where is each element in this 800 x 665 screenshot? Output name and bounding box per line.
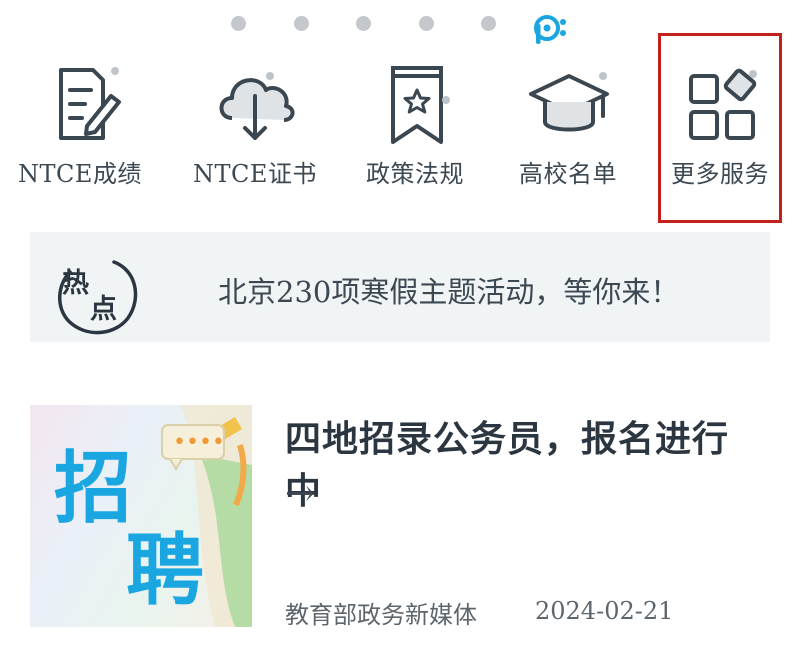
hot-badge-char: 点: [90, 294, 117, 325]
article-title[interactable]: 四地招录公务员，报名进行中: [285, 413, 765, 517]
service-label: 高校名单: [519, 160, 617, 188]
highlight-box: [658, 33, 782, 223]
hot-badge-char: 热: [62, 268, 89, 299]
service-ntce-score[interactable]: NTCE成绩: [5, 62, 155, 192]
article-card[interactable]: •••• 招 聘 四地招录公务员，报名进行中 → 教育部政务新媒体 2024-0…: [30, 405, 770, 645]
article-arrow: →: [285, 473, 316, 514]
cloud-download-icon: [219, 72, 295, 140]
service-ntce-certificate[interactable]: NTCE证书: [180, 62, 330, 192]
recruitment-illustration: •••• 招 聘: [54, 405, 252, 627]
page-dot[interactable]: [356, 16, 371, 31]
service-policy-regulations[interactable]: 政策法规: [340, 62, 490, 192]
thumb-char: 招: [54, 444, 132, 534]
article-date: 2024-02-21: [535, 597, 674, 625]
page-dot[interactable]: [419, 16, 434, 31]
score-edit-icon: [59, 67, 121, 140]
page-dot[interactable]: [294, 16, 309, 31]
page-dot[interactable]: [481, 16, 496, 31]
article-thumbnail[interactable]: •••• 招 聘: [30, 405, 252, 627]
graduation-cap-icon: [529, 72, 609, 132]
service-label: NTCE成绩: [18, 160, 142, 188]
thumb-dots: ••••: [173, 430, 225, 455]
thumb-char: 聘: [126, 526, 204, 616]
policy-bookmark-icon: [391, 66, 450, 144]
service-university-list[interactable]: 高校名单: [493, 62, 643, 192]
hot-news-text: 北京230项寒假主题活动，等你来！: [218, 275, 680, 309]
hot-badge-icon: 热 点: [58, 260, 138, 335]
service-label: 政策法规: [366, 160, 464, 188]
service-label: NTCE证书: [193, 160, 317, 188]
hot-news-banner[interactable]: 热 点 北京230项寒假主题活动，等你来！: [30, 232, 770, 342]
article-source: 教育部政务新媒体: [285, 601, 477, 629]
p-brand-icon[interactable]: [530, 10, 570, 46]
page-dot[interactable]: [231, 16, 246, 31]
